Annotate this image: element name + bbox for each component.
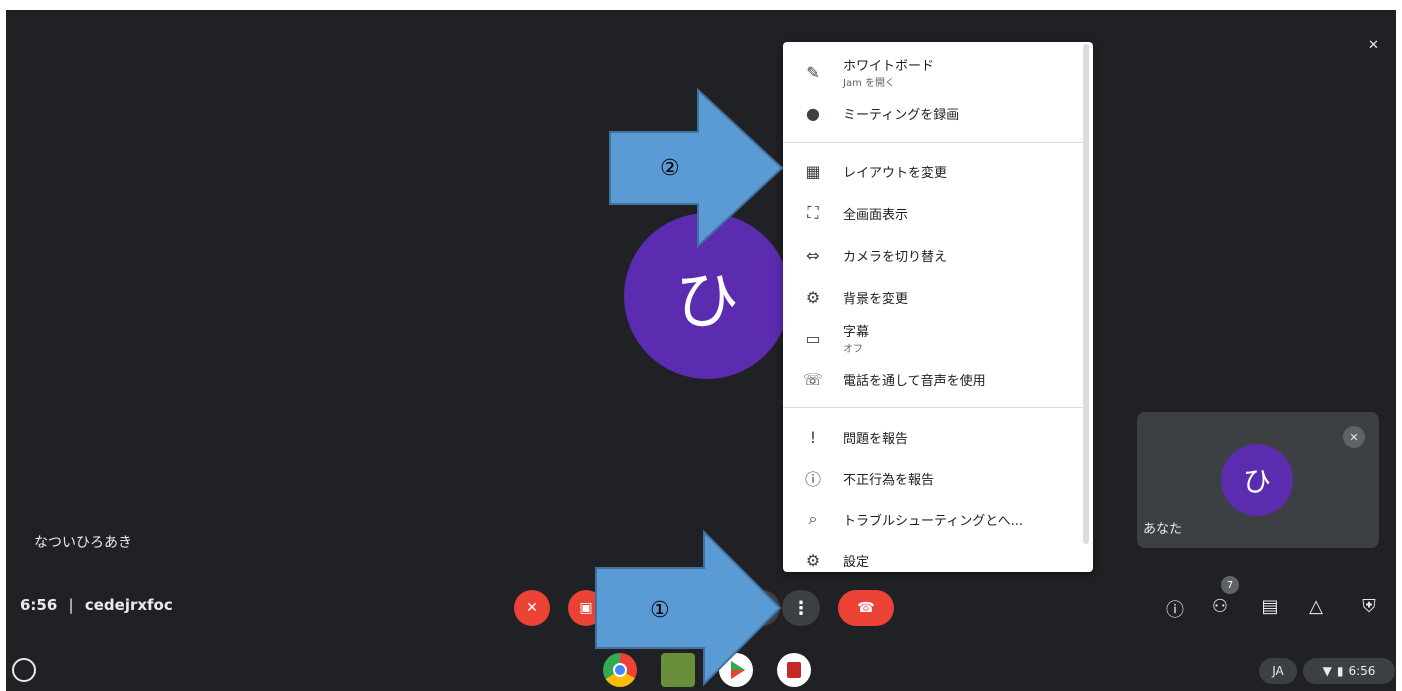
meeting-time: 6:56 [20,596,58,614]
mic-off-icon: ✕ [1368,38,1379,53]
camera-switch-icon: ⇔ [806,245,820,265]
info-icon[interactable]: ⓘ [1162,596,1188,622]
meeting-info: 6:56 | cedejrxfoc [20,596,173,614]
captions-icon: ▭ [805,328,821,348]
people-icon[interactable]: ⚇ [1207,596,1233,617]
report-abuse-icon: ⓘ [804,470,821,489]
menu-item-label: レイアウトを変更 [843,165,948,181]
ime-indicator[interactable]: JA [1259,658,1297,684]
more-options-menu: ✎ ホワイトボード Jam を開く ● ミーティングを録画 ▦ レイアウトを変更… [783,42,1093,572]
menu-divider [783,407,1083,408]
menu-item-background[interactable]: ⚙ 背景を変更 [783,282,1083,312]
status-tray[interactable]: ▼ ▮ 6:56 [1303,658,1395,684]
separator: | [68,596,74,614]
menu-item-switch-camera[interactable]: ⇔ カメラを切り替え [783,240,1083,270]
menu-item-label: 問題を報告 [843,431,909,447]
menu-item-report-abuse[interactable]: ⓘ 不正行為を報告 [783,463,1083,493]
menu-item-report-problem[interactable]: ! 問題を報告 [783,422,1083,452]
menu-item-label: 不正行為を報告 [843,472,935,488]
menu-item-label: カメラを切り替え [843,249,948,265]
menu-item-whiteboard[interactable]: ✎ ホワイトボード Jam を開く [783,52,1083,92]
menu-item-label: 字幕 [843,325,870,340]
more-options-button[interactable]: ⋮ [782,590,820,626]
menu-item-sublabel: オフ [843,344,863,355]
menu-item-label: トラブルシューティングとへ... [843,513,1023,529]
menu-item-layout[interactable]: ▦ レイアウトを変更 [783,156,1083,186]
troubleshoot-icon: ⌕ [808,509,818,528]
self-view-tile[interactable]: ✕ ひ あなた [1137,412,1379,548]
menu-item-label: 設定 [843,554,870,570]
annotation-label-2: ② [660,156,680,181]
menu-item-phone-audio[interactable]: ☏ 電話を通して音声を使用 [783,364,1083,394]
menu-item-troubleshoot[interactable]: ⌕ トラブルシューティングとへ... [783,504,1083,534]
mic-off-icon: ✕ [526,600,538,616]
clock: 6:56 [1348,664,1376,678]
menu-item-fullscreen[interactable]: ⛶ 全画面表示 [783,198,1083,228]
meeting-code: cedejrxfoc [84,596,173,614]
menu-item-record[interactable]: ● ミーティングを録画 [783,98,1083,128]
menu-item-label: 電話を通して音声を使用 [843,373,986,389]
participants-badge: 7 [1221,576,1239,594]
menu-item-label: ミーティングを録画 [843,107,960,123]
self-avatar: ひ [1221,444,1293,516]
background-icon: ⚙ [805,287,821,307]
mic-off-icon: ✕ [1343,426,1365,448]
annotation-label-1: ① [650,598,670,623]
camera-off-icon: ▣ [579,600,593,616]
menu-scrollbar[interactable] [1083,44,1089,544]
menu-item-settings[interactable]: ⚙ 設定 [783,545,1083,572]
chat-icon[interactable]: ▤ [1257,596,1283,617]
settings-icon: ⚙ [805,550,821,570]
annotation-arrow-2 [609,88,784,248]
phone-hangup-icon: ☎ [857,600,875,616]
layout-icon: ▦ [805,161,821,181]
menu-item-captions[interactable]: ▭ 字幕 オフ [783,318,1083,358]
menu-item-sublabel: Jam を開く [843,78,895,89]
launcher-button[interactable] [12,658,36,682]
report-problem-icon: ! [809,427,817,447]
host-controls-icon[interactable]: ⛨ [1356,596,1382,617]
end-call-button[interactable]: ☎ [838,590,894,626]
self-label: あなた [1143,522,1183,537]
participant-name: なついひろあき [34,535,132,551]
menu-item-label: ホワイトボード [843,59,935,74]
record-icon: ● [806,103,820,123]
pen-icon: ✎ [806,62,820,82]
annotation-arrow-1 [595,530,782,687]
menu-item-label: 背景を変更 [843,291,909,307]
mic-toggle-button[interactable]: ✕ [514,590,550,626]
fullscreen-icon: ⛶ [807,203,819,222]
menu-item-label: 全画面表示 [843,207,909,223]
battery-icon: ▮ [1336,664,1344,678]
more-vert-icon: ⋮ [792,597,810,619]
menu-divider [783,142,1083,143]
wifi-icon: ▼ [1322,664,1332,678]
activities-icon[interactable]: △ [1303,596,1329,617]
phone-icon: ☏ [802,369,823,389]
